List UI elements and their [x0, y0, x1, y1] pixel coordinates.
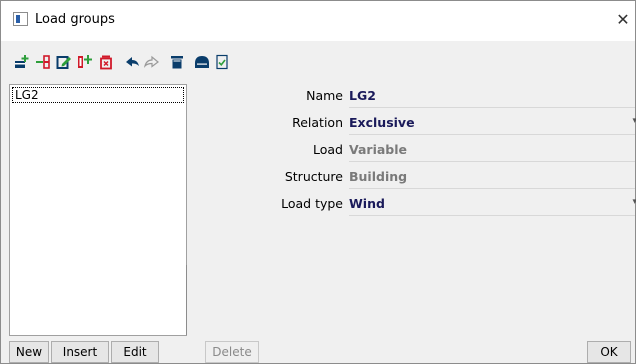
toolbar [1, 41, 635, 81]
name-field[interactable]: LG2 [349, 88, 376, 103]
list-scrollbar[interactable] [186, 265, 187, 335]
name-label: Name [306, 88, 343, 103]
check-icon[interactable] [213, 53, 231, 71]
load-type-select[interactable]: Wind [349, 196, 385, 211]
insert-button[interactable]: Insert [51, 341, 109, 363]
property-row-structure: Structure Building [189, 165, 635, 189]
property-row-load: Load Variable [189, 138, 635, 162]
close-button[interactable]: ✕ [611, 5, 635, 35]
open-icon[interactable] [193, 53, 211, 71]
relation-select[interactable]: Exclusive [349, 115, 415, 130]
insert-record-icon[interactable] [34, 53, 52, 71]
edit-button[interactable]: Edit [111, 341, 159, 363]
undo-icon[interactable] [123, 53, 141, 71]
ok-button[interactable]: OK [587, 341, 631, 363]
relation-label: Relation [292, 115, 343, 130]
redo-icon[interactable] [143, 53, 161, 71]
edit-record-icon[interactable] [55, 53, 73, 71]
properties-panel: Name LG2 Relation Exclusive ▾ Load Varia… [189, 84, 636, 336]
property-row-relation: Relation Exclusive ▾ [189, 111, 636, 135]
structure-value: Building [349, 169, 408, 184]
new-record-icon[interactable] [13, 53, 31, 71]
property-row-load-type: Load type Wind ▾ [189, 192, 636, 216]
clear-icon[interactable] [168, 53, 186, 71]
load-value: Variable [349, 142, 408, 157]
load-label: Load [313, 142, 343, 157]
window-title: Load groups [35, 12, 115, 27]
new-button[interactable]: New [9, 341, 49, 363]
list-item[interactable]: LG2 [12, 87, 184, 103]
copy-record-icon[interactable] [76, 53, 94, 71]
delete-button[interactable]: Delete [205, 341, 259, 363]
property-row-name: Name LG2 [189, 84, 635, 108]
structure-label: Structure [284, 169, 343, 184]
chevron-down-icon[interactable]: ▾ [632, 197, 636, 207]
load-type-label: Load type [281, 196, 343, 211]
load-group-list[interactable]: LG2 [9, 84, 187, 336]
chevron-down-icon[interactable]: ▾ [632, 116, 636, 126]
delete-record-icon[interactable] [97, 53, 115, 71]
app-window-icon [13, 12, 28, 26]
button-bar: New Insert Edit Delete OK [1, 339, 635, 363]
load-groups-window: Load groups ✕ LG2 Name LG2 Relation Excl… [0, 0, 636, 364]
title-bar: Load groups ✕ [1, 1, 635, 41]
